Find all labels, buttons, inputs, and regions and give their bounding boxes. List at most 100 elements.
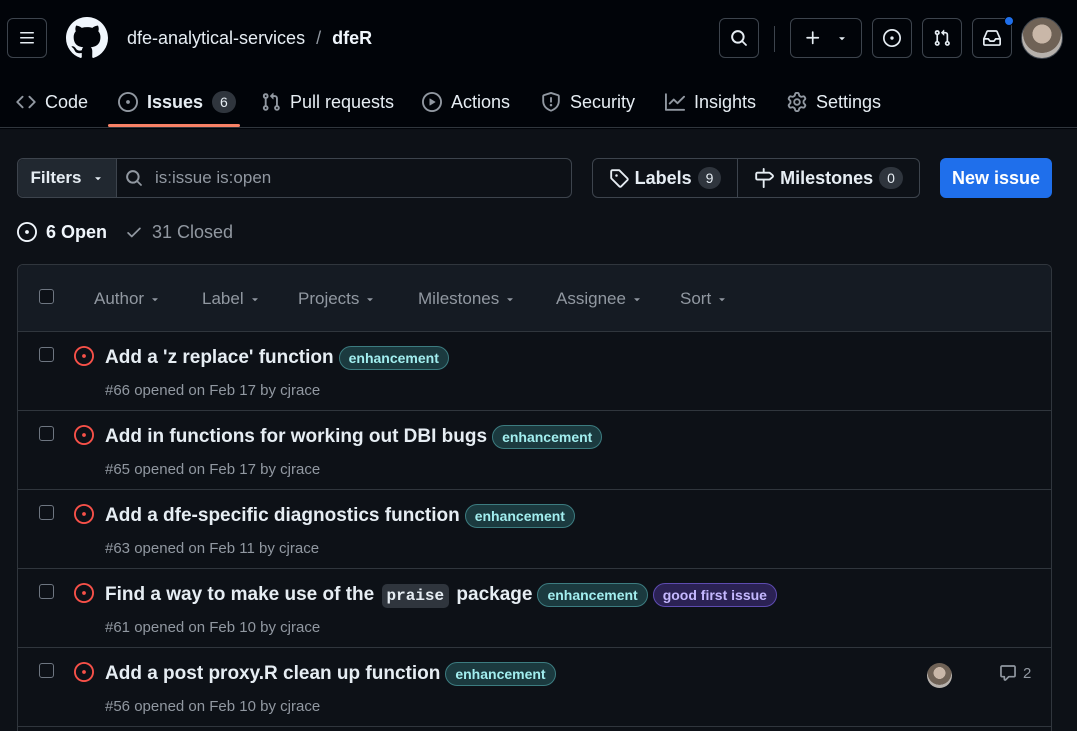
- tab-code[interactable]: Code: [16, 76, 88, 128]
- comments-link[interactable]: 2: [999, 664, 1031, 682]
- closed-issues-link[interactable]: 31 Closed: [125, 222, 233, 243]
- search-icon: [126, 170, 142, 186]
- your-issues-button[interactable]: [872, 18, 912, 58]
- shield-icon: [542, 92, 560, 112]
- tab-actions-label: Actions: [451, 91, 511, 112]
- issue-meta: #61 opened on Feb 10 by cjrace: [105, 619, 321, 636]
- issue-opened-icon: [883, 29, 901, 47]
- issue-title-link[interactable]: Add in functions for working out DBI bug…: [105, 426, 487, 448]
- issue-title-link[interactable]: Add a post proxy.R clean up function: [105, 663, 440, 685]
- github-logo-icon[interactable]: [66, 17, 108, 59]
- git-pull-request-icon: [262, 92, 280, 111]
- projects-filter-label: Projects: [298, 289, 360, 308]
- triangle-down-icon: [839, 37, 845, 41]
- tab-insights-label: Insights: [694, 91, 757, 112]
- issue-row: Add in functions for working out DBI bug…: [18, 411, 1051, 490]
- tab-insights[interactable]: Insights: [665, 76, 756, 128]
- create-new-button[interactable]: [790, 18, 862, 58]
- issue-title-line: Add a 'z replace' function enhancement: [105, 346, 449, 370]
- tab-code-label: Code: [45, 91, 89, 112]
- issue-search-input[interactable]: [155, 168, 555, 188]
- breadcrumb-repo-link[interactable]: dfeR: [332, 28, 372, 49]
- issue-row: Add a 'z replace' function enhancement #…: [18, 332, 1051, 411]
- issue-opened-icon: [17, 222, 37, 242]
- gear-icon: [787, 92, 807, 112]
- issue-checkbox[interactable]: [39, 584, 54, 599]
- your-pull-requests-button[interactable]: [922, 18, 962, 58]
- label-good-first-issue[interactable]: good first issue: [652, 583, 777, 607]
- label-filter-label: Label: [202, 289, 244, 308]
- issue-meta: #66 opened on Feb 17 by cjrace: [105, 382, 321, 399]
- issue-title-link[interactable]: Add a dfe-specific diagnostics function: [105, 505, 460, 527]
- unread-indicator: [1004, 16, 1014, 26]
- issues-count-badge: 6: [212, 91, 236, 113]
- issue-title-link[interactable]: Add a 'z replace' function: [105, 347, 334, 369]
- milestones-filter[interactable]: Milestones: [418, 289, 516, 309]
- search-button[interactable]: [719, 18, 759, 58]
- author-filter[interactable]: Author: [94, 289, 161, 309]
- triangle-down-icon: [251, 298, 258, 302]
- open-issues-link[interactable]: 6 Open: [17, 222, 107, 243]
- breadcrumb: dfe-analytical-services / dfeR: [127, 28, 372, 49]
- tab-issues[interactable]: Issues 6: [118, 76, 236, 128]
- assignee-filter[interactable]: Assignee: [556, 289, 643, 309]
- issue-title-prefix: Find a way to make use of the: [105, 584, 375, 605]
- closed-issues-label: 31 Closed: [152, 221, 234, 242]
- issue-checkbox[interactable]: [39, 426, 54, 441]
- tab-pull-requests[interactable]: Pull requests: [261, 76, 394, 128]
- label-filter[interactable]: Label: [202, 289, 261, 309]
- tab-pull-requests-label: Pull requests: [290, 91, 395, 112]
- labels-button[interactable]: Labels 9: [593, 159, 738, 197]
- header-divider: [774, 26, 775, 52]
- triangle-down-icon: [507, 298, 514, 302]
- issue-checkbox[interactable]: [39, 505, 54, 520]
- projects-filter[interactable]: Projects: [298, 289, 376, 309]
- filters-dropdown-button[interactable]: Filters: [18, 159, 117, 197]
- tab-security[interactable]: Security: [541, 76, 635, 128]
- check-icon: [127, 227, 141, 238]
- tab-issues-label: Issues: [147, 91, 204, 112]
- inline-code-package: praise: [381, 584, 450, 608]
- select-all-checkbox[interactable]: [39, 289, 54, 304]
- label-enhancement[interactable]: enhancement: [492, 425, 603, 449]
- issue-title-line: Find a way to make use of the praise pac…: [105, 583, 777, 608]
- issue-title-line: Add in functions for working out DBI bug…: [105, 425, 603, 449]
- issue-opened-icon: [74, 425, 94, 445]
- label-enhancement[interactable]: enhancement: [338, 346, 449, 370]
- issue-meta: #63 opened on Feb 11 by cjrace: [105, 540, 320, 557]
- code-icon: [16, 95, 36, 109]
- label-enhancement[interactable]: enhancement: [537, 583, 648, 607]
- label-enhancement[interactable]: enhancement: [445, 662, 556, 686]
- issue-search: [117, 159, 571, 197]
- menu-button[interactable]: [7, 18, 47, 58]
- assignee-avatar[interactable]: [927, 663, 952, 688]
- milestones-button[interactable]: Milestones 0: [738, 159, 919, 197]
- repo-nav: Code Issues 6 Pull requests Actions Secu…: [0, 76, 1077, 128]
- triangle-down-icon: [719, 298, 725, 302]
- comment-icon: [1000, 665, 1016, 681]
- issue-opened-icon: [118, 92, 138, 112]
- play-icon: [422, 92, 442, 112]
- new-issue-button[interactable]: New issue: [940, 158, 1052, 198]
- issue-checkbox[interactable]: [39, 663, 54, 678]
- filters-bar: Filters: [17, 158, 572, 198]
- sort-filter[interactable]: Sort: [680, 289, 728, 309]
- git-pull-request-icon: [934, 29, 950, 46]
- issue-title-link[interactable]: Find a way to make use of the praise pac…: [105, 584, 532, 608]
- assignee-filter-label: Assignee: [556, 289, 626, 308]
- milestones-count-badge: 0: [879, 167, 903, 189]
- labels-count-badge: 9: [697, 167, 722, 189]
- issue-checkbox[interactable]: [39, 347, 54, 362]
- user-avatar[interactable]: [1021, 17, 1063, 59]
- issue-opened-icon: [74, 504, 94, 524]
- breadcrumb-owner-link[interactable]: dfe-analytical-services: [127, 28, 305, 49]
- label-enhancement[interactable]: enhancement: [464, 504, 575, 528]
- tab-settings-label: Settings: [816, 91, 882, 112]
- issue-row: Add a post proxy.R clean up function enh…: [18, 648, 1051, 727]
- tab-settings[interactable]: Settings: [787, 76, 881, 128]
- issue-opened-icon: [74, 662, 94, 682]
- milestones-label: Milestones: [780, 167, 874, 188]
- issue-title-line: Add a post proxy.R clean up function enh…: [105, 662, 556, 686]
- issues-list-header: Author Label Projects Milestones Assigne…: [18, 265, 1051, 332]
- tab-actions[interactable]: Actions: [422, 76, 510, 128]
